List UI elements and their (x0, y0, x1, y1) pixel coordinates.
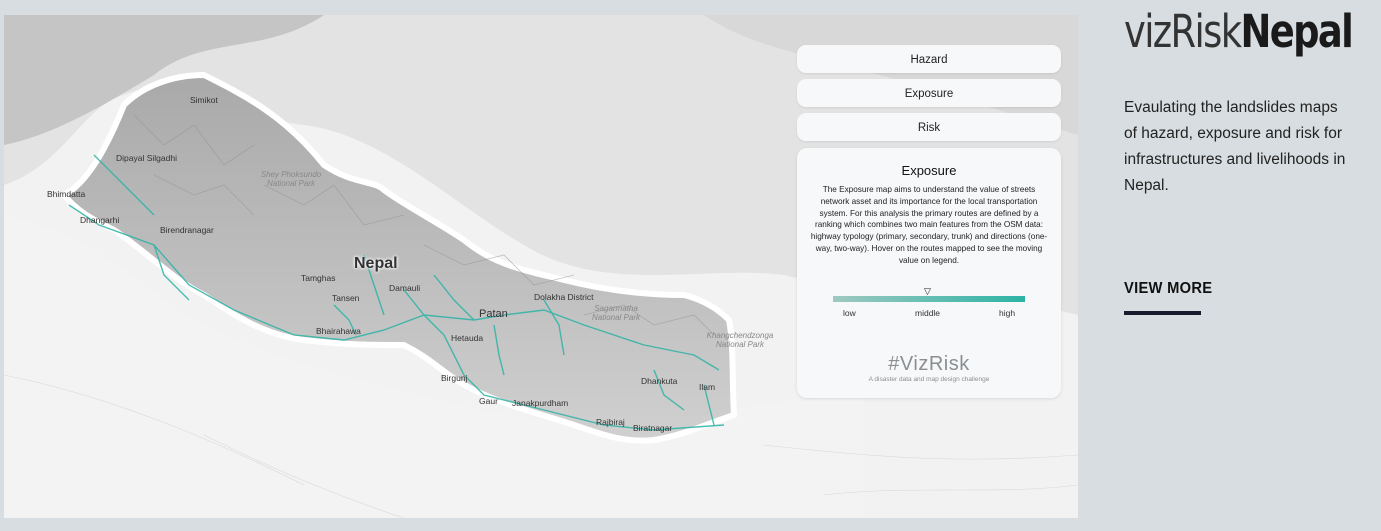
park-label: Shey Phoksundo National Park (260, 170, 322, 188)
city-label: Bhimdatta (47, 189, 86, 199)
city-label: Dhankuta (641, 376, 678, 386)
city-label: Damauli (389, 283, 421, 293)
legend-middle-label: middle (915, 308, 941, 318)
city-label: Patan (479, 308, 508, 320)
title-bold: Nepal (1240, 5, 1353, 58)
city-label: Birendranagar (160, 225, 214, 235)
legend-low-label: low (843, 308, 856, 318)
page-title: vizRiskNepal (1124, 5, 1354, 58)
view-more-underline (1124, 311, 1201, 315)
city-label: Hetauda (451, 333, 484, 343)
city-label: Tamghas (301, 273, 336, 283)
legend-gradient-bar[interactable] (833, 296, 1025, 302)
city-label: Ilam (699, 382, 716, 392)
city-label: Dhangarhi (80, 215, 120, 225)
legend-high-label: high (999, 308, 1016, 318)
city-label: Bhairahawa (316, 326, 361, 336)
page-description: Evaulating the landslides maps of hazard… (1124, 99, 1346, 194)
city-label: Dolakha District (534, 292, 594, 302)
view-more-link[interactable]: VIEW MORE (1124, 280, 1212, 298)
park-label: Khangchendzonga National Park (706, 331, 774, 349)
city-label: Dipayal Silgadhi (116, 153, 177, 163)
city-label: Birgunj (441, 373, 468, 383)
city-label: Simikot (190, 95, 218, 105)
city-label: Janakpurdham (512, 398, 569, 408)
city-label: Biratnagar (633, 423, 673, 433)
city-label: Tansen (332, 293, 360, 303)
hazard-button[interactable]: Hazard (797, 45, 1061, 73)
panel-title: Exposure (901, 163, 957, 178)
vizrisk-logo: #VizRisk (888, 353, 970, 375)
city-label: Gaur (479, 396, 498, 406)
park-label: Sagarmatha National Park (591, 304, 641, 322)
risk-button[interactable]: Risk (797, 113, 1061, 141)
vizrisk-tagline: A disaster data and map design challenge (868, 376, 990, 383)
exposure-button[interactable]: Exposure (797, 79, 1061, 107)
city-label: Rajbiraj (596, 417, 625, 427)
panel-description: The Exposure map aims to understand the … (810, 185, 1048, 265)
country-label: Nepal (354, 255, 398, 272)
title-light: vizRisk (1124, 5, 1242, 58)
info-panel: Exposure The Exposure map aims to unders… (797, 148, 1061, 398)
